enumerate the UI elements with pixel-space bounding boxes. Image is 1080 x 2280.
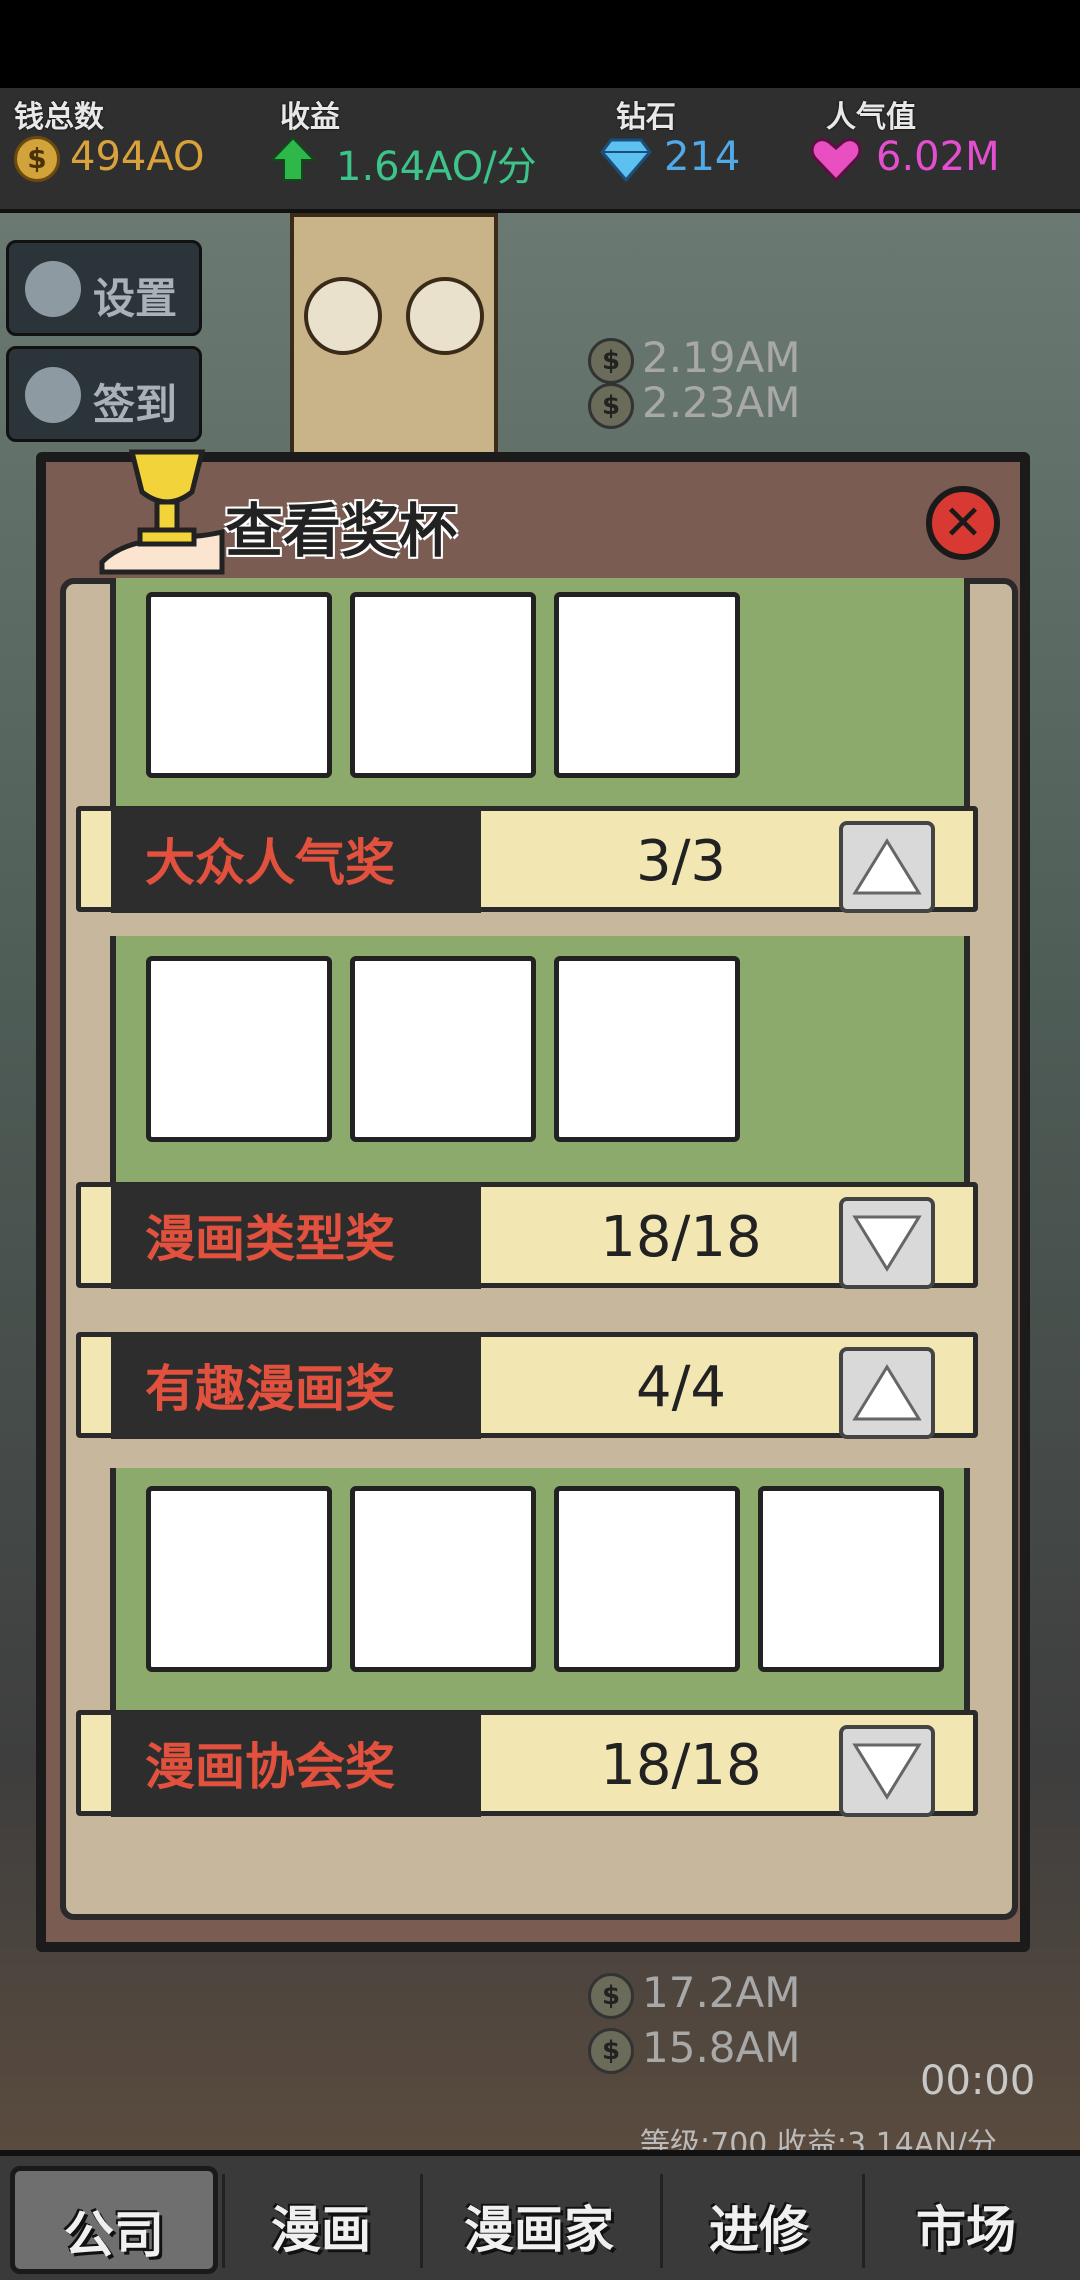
coin-value: $2.19AM <box>588 333 800 384</box>
bottom-nav: 公司 漫画 漫画家 进修 市场 <box>0 2150 1080 2280</box>
status-bar <box>0 0 1080 88</box>
settings-label: 设置 <box>93 274 178 323</box>
coin-value: $17.2AM <box>588 1968 800 2019</box>
category-name: 漫画类型奖 <box>145 1210 395 1268</box>
up-arrow-icon <box>270 136 316 181</box>
coin-value: $2.23AM <box>588 378 800 429</box>
timer: 00:00 <box>920 2058 1036 2104</box>
category-tag: 漫画类型奖 <box>111 1183 481 1289</box>
heart-icon <box>810 138 862 182</box>
collapse-button[interactable] <box>839 1347 935 1439</box>
gear-icon <box>25 261 81 317</box>
diamond-label: 钻石 <box>616 100 676 135</box>
diamond-value: 214 <box>664 134 741 180</box>
coin-value: $15.8AM <box>588 2023 800 2074</box>
trophy-item[interactable] <box>758 1486 944 1672</box>
category-count: 4/4 <box>635 1355 727 1420</box>
category-row[interactable]: 有趣漫画奖 4/4 <box>76 1332 978 1439</box>
close-icon[interactable]: ✕ <box>926 486 1000 560</box>
trophy-item[interactable] <box>146 956 332 1142</box>
nav-divider <box>222 2174 225 2268</box>
trophy-item[interactable] <box>554 956 740 1142</box>
income-value: 1.64AO/分 <box>336 144 537 190</box>
collapse-button[interactable] <box>839 821 935 913</box>
trophy-icon <box>99 449 225 575</box>
popularity-value: 6.02M <box>876 134 1000 180</box>
category-count: 3/3 <box>635 829 727 894</box>
category-row[interactable]: 大众人气奖 3/3 <box>76 806 978 913</box>
expand-button[interactable] <box>839 1197 935 1289</box>
trophy-grid <box>110 1468 970 1712</box>
triangle-up-icon <box>852 838 922 895</box>
trophy-item[interactable] <box>554 592 740 778</box>
expand-button[interactable] <box>839 1725 935 1817</box>
signin-label: 签到 <box>93 380 178 429</box>
category-count: 18/18 <box>600 1205 762 1270</box>
triangle-up-icon <box>852 1364 922 1421</box>
popularity-label: 人气值 <box>826 100 916 135</box>
money-label: 钱总数 <box>14 100 104 135</box>
trophy-item[interactable] <box>146 1486 332 1672</box>
category-name: 漫画协会奖 <box>145 1738 395 1796</box>
diamond-icon <box>600 138 652 182</box>
category-name: 有趣漫画奖 <box>145 1360 395 1418</box>
category-row[interactable]: 漫画协会奖 18/18 <box>76 1710 978 1817</box>
category-count: 18/18 <box>600 1733 762 1798</box>
nav-divider <box>660 2174 663 2268</box>
category-tag: 漫画协会奖 <box>111 1711 481 1817</box>
tab-training[interactable]: 进修 <box>664 2166 854 2274</box>
trophy-item[interactable] <box>350 592 536 778</box>
tab-artists[interactable]: 漫画家 <box>424 2166 654 2274</box>
money-value: 494AO <box>70 134 205 180</box>
trophy-item[interactable] <box>350 1486 536 1672</box>
tab-company[interactable]: 公司 <box>10 2166 218 2274</box>
trophy-item[interactable] <box>146 592 332 778</box>
coin-icon: $ <box>14 136 60 182</box>
category-tag: 大众人气奖 <box>111 807 481 913</box>
trophy-grid <box>110 936 970 1184</box>
triangle-down-icon <box>852 1743 922 1800</box>
tab-market[interactable]: 市场 <box>866 2166 1066 2274</box>
trophy-item[interactable] <box>554 1486 740 1672</box>
nav-divider <box>420 2174 423 2268</box>
clock-tower <box>290 213 498 481</box>
tab-comics[interactable]: 漫画 <box>226 2166 416 2274</box>
signin-button[interactable]: 签到 <box>6 346 202 442</box>
modal-title: 查看奖杯 <box>225 497 458 565</box>
trophy-grid <box>110 578 970 808</box>
clock-icon <box>304 277 382 355</box>
category-row[interactable]: 漫画类型奖 18/18 <box>76 1182 978 1289</box>
settings-button[interactable]: 设置 <box>6 240 202 336</box>
hand-icon <box>25 367 81 423</box>
trophy-item[interactable] <box>350 956 536 1142</box>
stats-bar: 钱总数 $ 494AO 收益 1.64AO/分 钻石 214 人气值 6.02M <box>0 88 1080 213</box>
triangle-down-icon <box>852 1215 922 1272</box>
income-label: 收益 <box>280 100 340 135</box>
category-tag: 有趣漫画奖 <box>111 1333 481 1439</box>
category-name: 大众人气奖 <box>145 834 395 892</box>
clock-icon <box>406 277 484 355</box>
nav-divider <box>862 2174 865 2268</box>
